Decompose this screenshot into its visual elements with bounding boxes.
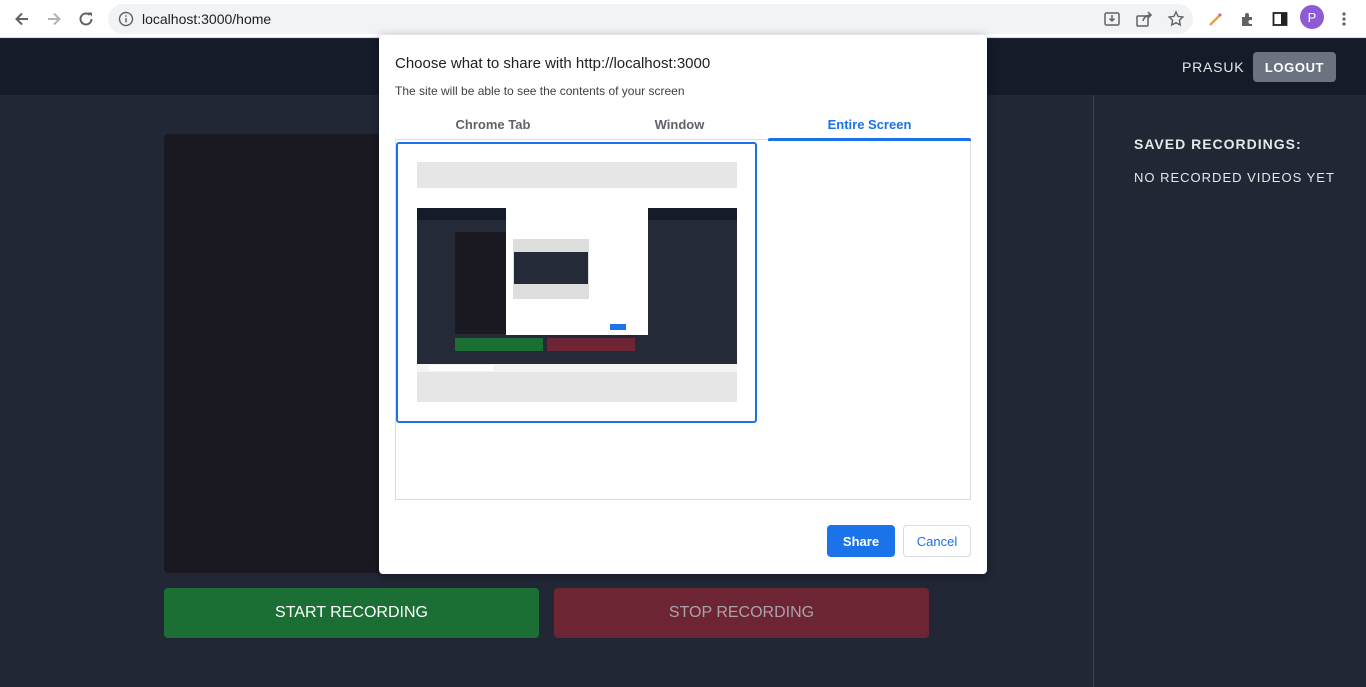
side-panel-icon[interactable] [1267,6,1293,32]
sidebar-divider [1093,95,1094,687]
share-button[interactable]: Share [827,525,895,557]
logout-button[interactable]: LOGOUT [1253,52,1336,82]
tab-entire-screen[interactable]: Entire Screen [768,117,971,139]
share-page-icon[interactable] [1131,6,1157,32]
bookmark-star-icon[interactable] [1163,6,1189,32]
screen-preview-image [417,162,737,402]
forward-icon[interactable] [41,6,67,32]
dialog-subtitle: The site will be able to see the content… [395,84,685,98]
tab-window[interactable]: Window [591,117,768,139]
tab-chrome-tab[interactable]: Chrome Tab [395,117,591,139]
entire-screen-thumbnail[interactable] [396,142,757,423]
saved-recordings-empty: NO RECORDED VIDEOS YET [1134,170,1335,185]
install-icon[interactable] [1099,6,1125,32]
back-icon[interactable] [9,6,35,32]
screen-share-dialog: Choose what to share with http://localho… [379,35,987,574]
cancel-button[interactable]: Cancel [903,525,971,557]
url-text: localhost:3000/home [142,11,272,27]
address-bar[interactable]: localhost:3000/home [108,4,1193,34]
dialog-title: Choose what to share with http://localho… [395,55,711,72]
more-menu-icon[interactable] [1331,6,1357,32]
start-recording-button[interactable]: START RECORDING [164,588,539,638]
stop-recording-button[interactable]: STOP RECORDING [554,588,929,638]
browser-toolbar: localhost:3000/home P [0,0,1366,38]
color-picker-extension-icon[interactable] [1203,6,1229,32]
saved-recordings-title: SAVED RECORDINGS: [1134,136,1302,152]
site-info-icon[interactable] [118,11,134,32]
profile-avatar[interactable]: P [1300,5,1324,29]
extensions-puzzle-icon[interactable] [1235,6,1261,32]
reload-icon[interactable] [73,6,99,32]
user-name: PRASUK [1182,59,1245,75]
